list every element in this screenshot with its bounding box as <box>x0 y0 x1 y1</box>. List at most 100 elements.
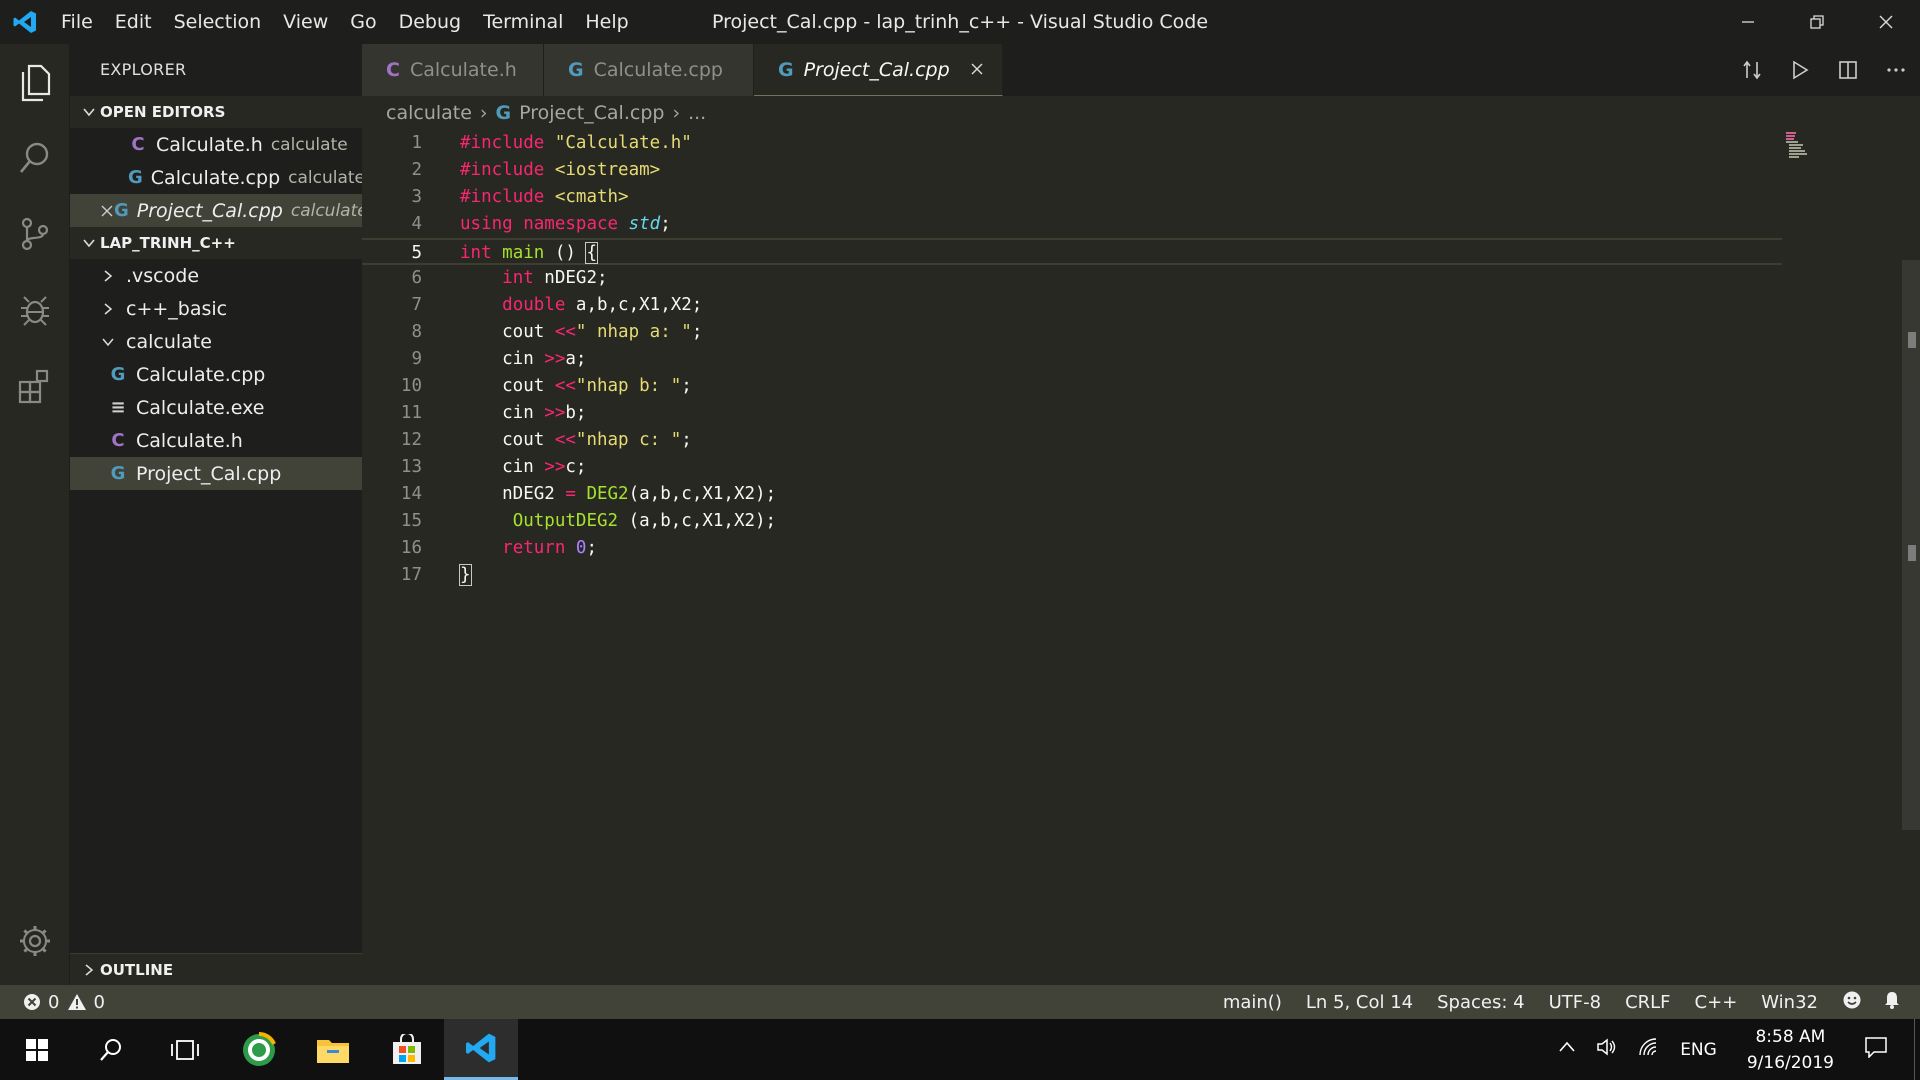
task-view-button[interactable] <box>148 1019 222 1080</box>
open-editor-name: Calculate.cpp <box>150 166 281 189</box>
line-number: 15 <box>400 511 422 531</box>
feedback-smiley-icon[interactable] <box>1842 990 1862 1015</box>
tree-folder-vscode[interactable]: .vscode <box>70 259 362 292</box>
source-control-activity-button[interactable] <box>0 196 70 272</box>
show-desktop-button[interactable] <box>1914 1019 1920 1080</box>
tree-file-calculate-cpp[interactable]: G Calculate.cpp <box>70 358 362 391</box>
open-editor-item[interactable]: G Calculate.cpp calculate <box>70 161 362 194</box>
vscode-logo-icon <box>465 1033 496 1063</box>
status-language[interactable]: C++ <box>1695 992 1738 1013</box>
open-editor-name: Project_Cal.cpp <box>136 199 283 222</box>
debug-activity-button[interactable] <box>0 272 70 348</box>
taskbar-clock[interactable]: 8:58 AM 9/16/2019 <box>1747 1024 1834 1076</box>
breadcrumb: calculate › G Project_Cal.cpp › ... <box>362 96 1920 130</box>
vscode-logo-icon <box>0 0 50 44</box>
status-indentation[interactable]: Spaces: 4 <box>1437 992 1524 1013</box>
code-text: #include <cmath> <box>460 187 629 207</box>
restore-icon <box>1809 15 1824 29</box>
open-editors-label: OPEN EDITORS <box>100 103 226 121</box>
status-scope[interactable]: main() <box>1223 992 1282 1013</box>
tab-project-cal-cpp[interactable]: G Project_Cal.cpp <box>754 44 1003 96</box>
input-language[interactable]: ENG <box>1680 1040 1717 1060</box>
minimize-button[interactable] <box>1713 0 1782 44</box>
outline-header[interactable]: OUTLINE <box>70 953 362 985</box>
warning-count: 0 <box>93 991 105 1013</box>
status-encoding[interactable]: UTF-8 <box>1549 992 1601 1013</box>
start-button[interactable] <box>0 1019 74 1080</box>
code-text: double a,b,c,X1,X2; <box>502 295 703 315</box>
tab-calculate-h[interactable]: C Calculate.h <box>362 44 544 96</box>
vertical-scrollbar[interactable] <box>1902 260 1920 830</box>
taskbar-app-vscode[interactable] <box>444 1019 518 1080</box>
minimap[interactable] <box>1786 132 1812 160</box>
taskbar-app-store[interactable] <box>370 1019 444 1080</box>
code-line: 8 cout <<" nhap a: "; <box>362 319 1782 346</box>
breadcrumb-file[interactable]: Project_Cal.cpp <box>519 102 664 124</box>
split-editor-button[interactable] <box>1824 59 1872 81</box>
open-editor-item[interactable]: C Calculate.h calculate <box>70 128 362 161</box>
line-number: 7 <box>411 295 422 315</box>
chevron-down-icon <box>78 236 100 250</box>
menu-selection[interactable]: Selection <box>163 0 273 44</box>
menu-help[interactable]: Help <box>574 0 639 44</box>
open-editors-header[interactable]: OPEN EDITORS <box>70 96 362 128</box>
problems-indicator[interactable]: 0 0 <box>0 992 105 1013</box>
wifi-icon[interactable] <box>1638 1037 1660 1062</box>
close-tab-icon[interactable] <box>970 59 984 81</box>
tab-calculate-cpp[interactable]: G Calculate.cpp <box>544 44 754 96</box>
search-icon <box>100 1038 121 1061</box>
status-bar: 0 0 main() Ln 5, Col 14 Spaces: 4 UTF-8 … <box>0 985 1920 1019</box>
tree-file-calculate-exe[interactable]: ≡ Calculate.exe <box>70 391 362 424</box>
tree-item-label: Project_Cal.cpp <box>136 462 282 485</box>
breadcrumb-more[interactable]: ... <box>688 102 706 124</box>
source-control-icon <box>21 217 49 251</box>
volume-icon[interactable] <box>1596 1037 1618 1062</box>
breadcrumb-folder[interactable]: calculate <box>386 102 472 124</box>
tree-item-label: .vscode <box>126 264 200 287</box>
tree-item-label: Calculate.cpp <box>136 363 266 386</box>
code-text: int main () { <box>460 242 598 264</box>
tree-file-project-cal-cpp[interactable]: G Project_Cal.cpp <box>70 457 362 490</box>
menu-go[interactable]: Go <box>339 0 387 44</box>
open-changes-button[interactable] <box>1728 59 1776 81</box>
menu-debug[interactable]: Debug <box>388 0 472 44</box>
scroll-marker <box>1908 545 1916 561</box>
tree-item-label: c++_basic <box>126 297 228 320</box>
ellipsis-icon <box>1887 68 1905 72</box>
taskbar-app-file-explorer[interactable] <box>296 1019 370 1080</box>
workspace-header[interactable]: LAP_TRINH_C++ <box>70 227 362 259</box>
more-actions-button[interactable] <box>1872 59 1920 81</box>
close-editor-icon[interactable] <box>100 204 114 218</box>
menu-terminal[interactable]: Terminal <box>472 0 574 44</box>
notifications-bell-icon[interactable] <box>1882 990 1902 1015</box>
coccoc-browser-icon <box>243 1031 276 1066</box>
title-bar: File Edit Selection View Go Debug Termin… <box>0 0 1920 44</box>
tree-folder-cpp-basic[interactable]: c++_basic <box>70 292 362 325</box>
status-eol[interactable]: CRLF <box>1625 992 1670 1013</box>
status-platform[interactable]: Win32 <box>1761 992 1818 1013</box>
taskbar-app-browser[interactable] <box>222 1019 296 1080</box>
extensions-activity-button[interactable] <box>0 348 70 424</box>
tree-folder-calculate[interactable]: calculate <box>70 325 362 358</box>
menu-file[interactable]: File <box>50 0 104 44</box>
chevron-down-icon <box>98 335 118 349</box>
explorer-activity-button[interactable] <box>0 44 70 120</box>
code-line: 15 OutputDEG2 (a,b,c,X1,X2); <box>362 508 1782 535</box>
binary-file-icon: ≡ <box>110 397 126 418</box>
close-window-button[interactable] <box>1851 0 1920 44</box>
menu-view[interactable]: View <box>272 0 339 44</box>
explorer-title: EXPLORER <box>100 60 187 79</box>
search-activity-button[interactable] <box>0 120 70 196</box>
code-text: return 0; <box>502 538 598 558</box>
action-center-icon[interactable] <box>1864 1036 1888 1063</box>
restore-button[interactable] <box>1782 0 1851 44</box>
taskbar-search-button[interactable] <box>74 1019 148 1080</box>
settings-button[interactable] <box>0 903 70 979</box>
menu-edit[interactable]: Edit <box>104 0 163 44</box>
open-editor-item-active[interactable]: G Project_Cal.cpp calculate <box>70 194 362 227</box>
status-cursor-position[interactable]: Ln 5, Col 14 <box>1306 992 1413 1013</box>
chevron-up-icon[interactable] <box>1558 1038 1576 1061</box>
tree-file-calculate-h[interactable]: C Calculate.h <box>70 424 362 457</box>
code-editor[interactable]: 1 #include "Calculate.h" 2 #include <iostr… <box>362 130 1920 985</box>
run-button[interactable] <box>1776 59 1824 81</box>
